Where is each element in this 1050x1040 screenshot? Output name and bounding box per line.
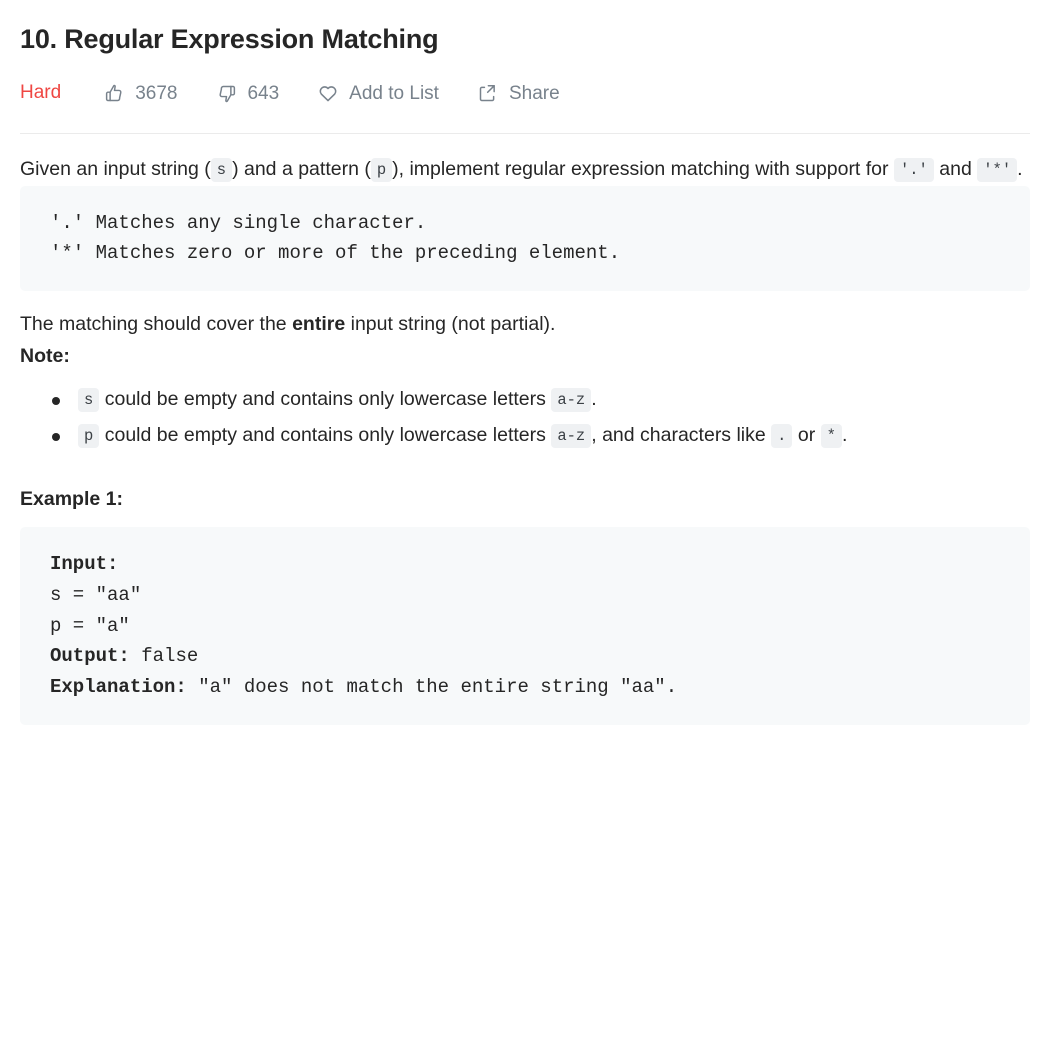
example-1-block: Input: s = "aa" p = "a" Output: false Ex…: [20, 527, 1030, 725]
intro-period: .: [1017, 158, 1023, 181]
like-count: 3678: [135, 82, 178, 104]
note-item-text: could be empty and contains only lowerca…: [104, 423, 546, 446]
list-item: p could be empty and contains only lower…: [52, 420, 1030, 452]
page-title: 10. Regular Expression Matching: [20, 24, 439, 54]
like-button[interactable]: 3678: [103, 82, 177, 104]
share-icon: [477, 82, 499, 104]
inline-code-range-s: a-z: [551, 388, 592, 413]
note-item-mid: , and characters like: [591, 423, 766, 446]
example-explanation-label: Explanation:: [50, 676, 187, 699]
example-output-label: Output:: [50, 645, 130, 668]
thumbs-up-icon: [103, 82, 125, 104]
inline-code-s-note: s: [78, 388, 100, 413]
list-item: s could be empty and contains only lower…: [52, 384, 1030, 416]
add-to-list-label: Add to List: [349, 82, 439, 104]
coverage-emphasis: entire: [292, 313, 346, 336]
inline-code-star-note: *: [820, 423, 842, 448]
thumbs-down-icon: [215, 82, 237, 104]
difficulty-badge: Hard: [20, 82, 62, 104]
problem-body: Given an input string (s) and a pattern …: [20, 134, 1030, 725]
dislike-button[interactable]: 643: [215, 82, 279, 104]
inline-code-s: s: [210, 158, 233, 183]
dislike-count: 643: [247, 82, 280, 104]
note-item-end: .: [591, 388, 597, 411]
inline-code-p: p: [370, 158, 393, 183]
intro-and: and: [939, 158, 972, 181]
example-p-line: p = "a": [50, 614, 130, 637]
heart-icon: [317, 82, 339, 104]
share-button[interactable]: Share: [477, 82, 560, 104]
note-item-or: or: [797, 423, 816, 446]
inline-code-dot: '.': [893, 158, 934, 183]
coverage-text-1: The matching should cover the: [20, 313, 287, 336]
example-explanation-value: "a" does not match the entire string "aa…: [198, 676, 678, 699]
note-item-text: could be empty and contains only lowerca…: [104, 388, 546, 411]
share-label: Share: [508, 82, 560, 104]
note-list: s could be empty and contains only lower…: [20, 384, 1030, 451]
note-heading: Note:: [20, 344, 70, 367]
inline-code-p-note: p: [78, 423, 100, 448]
example-input-label: Input:: [50, 553, 119, 576]
inline-code-star: '*': [977, 158, 1018, 183]
intro-text-3: ), implement regular expression matching…: [392, 158, 889, 181]
intro-text-2: ) and a pattern (: [232, 158, 371, 181]
example-s-line: s = "aa": [50, 583, 142, 606]
coverage-text-2: input string (not partial).: [350, 313, 556, 336]
inline-code-range-p: a-z: [551, 423, 592, 448]
example-1-heading: Example 1:: [20, 487, 123, 510]
add-to-list-button[interactable]: Add to List: [317, 82, 439, 104]
problem-meta-row: Hard 3678 643 Add to List Share: [20, 78, 1030, 108]
coverage-paragraph: The matching should cover the entire inp…: [20, 309, 1030, 341]
intro-paragraph: Given an input string (s) and a pattern …: [20, 154, 1030, 186]
inline-code-dot-note: .: [771, 423, 793, 448]
matching-rules-block: '.' Matches any single character. '*' Ma…: [20, 185, 1030, 292]
example-output-value: false: [141, 645, 199, 668]
note-item-period: .: [841, 423, 848, 446]
problem-description-panel: 10. Regular Expression Matching Hard 367…: [0, 0, 1050, 725]
intro-text-1: Given an input string (: [20, 158, 211, 181]
